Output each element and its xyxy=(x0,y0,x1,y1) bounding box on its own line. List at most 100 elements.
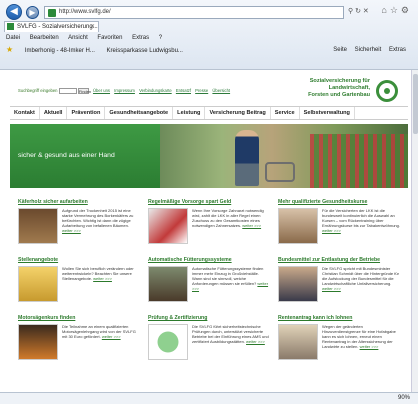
search-icon[interactable]: ⚲ xyxy=(348,8,353,15)
toplink-ueber-uns[interactable]: Über uns xyxy=(93,88,110,93)
main-navigation: Kontakt Aktuell Prävention Gesundheitsangeb… xyxy=(10,106,408,120)
teaser-text: Wenn Ihre Vorsorge Zahnarzt notwendig wi… xyxy=(192,208,264,228)
teaser-text: Automatische Fütterungssysteme finden im… xyxy=(192,266,269,291)
nav-aktuell[interactable]: Aktuell xyxy=(40,107,68,119)
refresh-icon[interactable]: ↻ xyxy=(355,8,361,15)
teaser-text: Für die Versicherten der LKK ist die bun… xyxy=(322,208,400,233)
more-link[interactable]: weiter >>> xyxy=(322,228,341,233)
nav-versicherung-beitrag[interactable]: Versicherung Beitrag xyxy=(205,107,271,119)
teaser-card: Käferholz sicher aufarbeiten Aufgrund de… xyxy=(18,198,140,244)
banner-trolley xyxy=(265,162,295,182)
teaser-title[interactable]: Bundesmittel zur Entlastung der Betriebe xyxy=(278,256,400,264)
menu-ansicht[interactable]: Ansicht xyxy=(68,35,88,41)
favorite-link-2[interactable]: Kreissparkasse Ludwigsbu... xyxy=(107,48,183,54)
banner-tagline: sicher & gesund aus einer Hand xyxy=(18,152,115,159)
tool-seite[interactable]: Seite xyxy=(333,47,347,53)
toplink-verbindungskarte[interactable]: Verbindungskarte xyxy=(139,88,172,93)
banner-photo xyxy=(160,124,408,188)
teaser-card: Regelmäßige Vorsorge spart Geld Wenn Ihr… xyxy=(148,198,270,244)
teaser-text: Die Teilnahme an einem qualifizierten Mo… xyxy=(62,324,136,339)
address-tools[interactable]: ⚲ ↻ ✕ xyxy=(348,7,369,15)
teaser-image[interactable] xyxy=(148,208,188,244)
more-link[interactable]: weiter >>> xyxy=(102,334,121,339)
more-link[interactable]: weiter >>> xyxy=(360,344,379,349)
vertical-scrollbar[interactable] xyxy=(411,70,418,392)
nav-selbstverwaltung[interactable]: Selbstverwaltung xyxy=(300,107,355,119)
search-label: Suchbegriff eingeben xyxy=(18,88,58,94)
command-bar: Seite Sicherheit Extras xyxy=(333,44,412,56)
teaser-text: Aufgrund der Trockenheit 2015 ist eine s… xyxy=(62,208,134,233)
more-link[interactable]: weiter >>> xyxy=(242,223,261,228)
teaser-title[interactable]: Regelmäßige Vorsorge spart Geld xyxy=(148,198,270,206)
nav-praevention[interactable]: Prävention xyxy=(67,107,106,119)
menu-bar: Datei Bearbeiten Ansicht Favoriten Extra… xyxy=(0,33,418,43)
menu-datei[interactable]: Datei xyxy=(6,35,20,41)
scrollbar-thumb[interactable] xyxy=(413,74,418,134)
favorite-link-1[interactable]: Imberhonig - 48-Imker H... xyxy=(25,48,95,54)
teaser-image[interactable] xyxy=(278,324,318,360)
nav-gesundheitsangebote[interactable]: Gesundheitsangebote xyxy=(105,107,174,119)
back-button[interactable]: ◀ xyxy=(6,4,22,20)
teaser-image[interactable] xyxy=(18,266,58,302)
tool-extras[interactable]: Extras xyxy=(389,47,406,53)
address-bar[interactable]: http://www.svlfg.de/ xyxy=(44,6,344,19)
brand-line-1: Sozialversicherung für xyxy=(309,78,370,84)
teaser-image[interactable] xyxy=(148,266,188,302)
teaser-text: Die SVLFG spricht mit Bundesminister Chr… xyxy=(322,266,399,291)
teaser-title[interactable]: Automatische Fütterungssysteme xyxy=(148,256,270,264)
teaser-card: Motorsägenkurs finden Die Teilnahme an e… xyxy=(18,314,140,360)
close-icon[interactable]: ✕ xyxy=(90,22,95,32)
teaser-image[interactable] xyxy=(278,208,318,244)
brand-line-3: Forsten und Gartenbau xyxy=(308,92,370,98)
favorites-bar: ★ Imberhonig - 48-Imker H... Kreissparka… xyxy=(0,44,418,56)
site-favicon xyxy=(48,9,56,17)
teaser-image[interactable] xyxy=(18,324,58,360)
browser-tab[interactable]: SVLFG - Sozialversicherung... ✕ xyxy=(4,21,99,32)
stop-icon[interactable]: ✕ xyxy=(363,8,369,15)
teaser-title[interactable]: Rentenantrag kann ich lohnen xyxy=(278,314,400,322)
zoom-level[interactable]: 90% xyxy=(398,393,410,404)
forward-button[interactable]: ▶ xyxy=(26,6,39,19)
browser-chrome: ◀ ▶ http://www.svlfg.de/ ⚲ ↻ ✕ ⌂☆⚙ SVLFG… xyxy=(0,0,418,70)
toplink-entsatz[interactable]: Entsatzf xyxy=(176,88,191,93)
nav-kontakt[interactable]: Kontakt xyxy=(10,107,40,119)
brand-line-2: Landwirtschaft, xyxy=(328,85,370,91)
teaser-text: Die SVLFG führt sicherheitstechnische Pr… xyxy=(192,324,269,344)
teaser-title[interactable]: Stellenangebote xyxy=(18,256,140,264)
teaser-title[interactable]: Prüfung & Zertifizierung xyxy=(148,314,270,322)
more-link[interactable]: weiter >>> xyxy=(322,286,341,291)
webpage: Suchbegriff eingeben Finden Über uns Imp… xyxy=(10,70,408,392)
teaser-text: Wegen der geänderten Hinzuverdienstgrenz… xyxy=(322,324,396,349)
favorites-star-icon[interactable]: ☆ xyxy=(390,5,401,15)
teaser-title[interactable]: Mehr qualifizierte Gesundheitskurse xyxy=(278,198,400,206)
tab-title: SVLFG - Sozialversicherung... xyxy=(17,24,98,30)
teaser-title[interactable]: Käferholz sicher aufarbeiten xyxy=(18,198,140,206)
search-input[interactable] xyxy=(58,88,77,94)
tool-sicherheit[interactable]: Sicherheit xyxy=(355,47,382,53)
svlfg-logo[interactable] xyxy=(376,80,398,102)
teaser-card: Mehr qualifizierte Gesundheitskurse Für … xyxy=(278,198,400,244)
toplink-uebersicht[interactable]: Übersicht xyxy=(212,88,230,93)
search-button[interactable]: Finden xyxy=(77,88,91,94)
teaser-title[interactable]: Motorsägenkurs finden xyxy=(18,314,140,322)
menu-help[interactable]: ? xyxy=(159,35,162,41)
nav-service[interactable]: Service xyxy=(271,107,300,119)
status-bar: 90% xyxy=(0,392,418,404)
more-link[interactable]: weiter >>> xyxy=(246,339,265,344)
more-link[interactable]: weiter >>> xyxy=(93,276,112,281)
more-link[interactable]: weiter >>> xyxy=(62,228,81,233)
banner-plants xyxy=(310,134,408,188)
home-icon[interactable]: ⌂ xyxy=(381,5,389,15)
menu-bearbeiten[interactable]: Bearbeiten xyxy=(30,35,59,41)
settings-gear-icon[interactable]: ⚙ xyxy=(401,5,412,15)
teaser-image[interactable] xyxy=(278,266,318,302)
favorites-star-icon[interactable]: ★ xyxy=(6,45,13,54)
teaser-image[interactable] xyxy=(18,208,58,244)
nav-leistung[interactable]: Leistung xyxy=(173,107,206,119)
toplink-impressum[interactable]: Impressum xyxy=(114,88,135,93)
menu-extras[interactable]: Extras xyxy=(132,35,149,41)
menu-favoriten[interactable]: Favoriten xyxy=(97,35,122,41)
teaser-card: Automatische Fütterungssysteme Automatis… xyxy=(148,256,270,302)
toplink-presse[interactable]: Presse xyxy=(195,88,208,93)
teaser-image[interactable] xyxy=(148,324,188,360)
